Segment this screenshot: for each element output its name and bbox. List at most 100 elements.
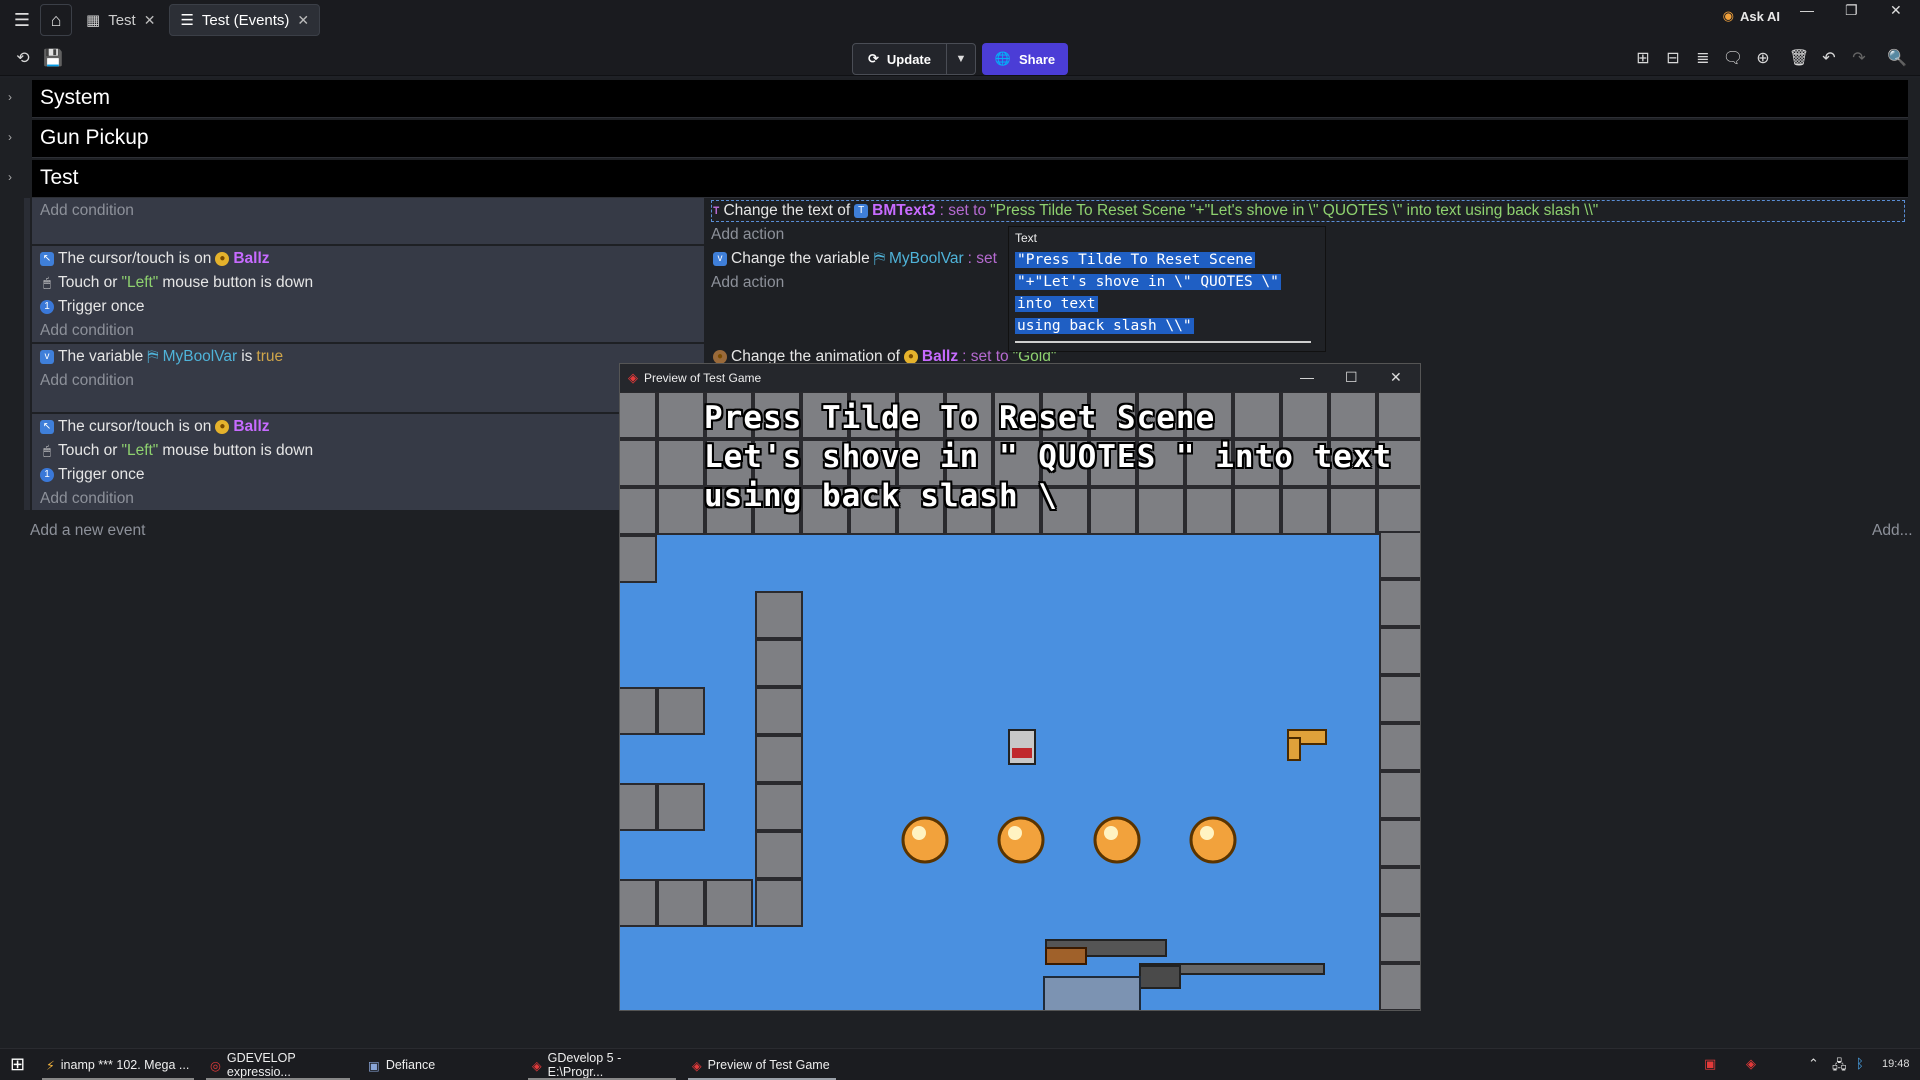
tray-gdevelop-icon[interactable]: ◈ — [1746, 1056, 1756, 1072]
taskbar-item-browser[interactable]: ◎ GDEVELOP expressio... — [202, 1049, 354, 1080]
wall-tile — [620, 392, 657, 439]
condition-cursor-on-object[interactable]: ↖ The cursor/touch is on ● Ballz — [40, 418, 270, 436]
taskbar-item-gdevelop[interactable]: ◈ GDevelop 5 - E:\Progr... — [524, 1049, 680, 1080]
add-condition-link[interactable]: Add condition — [40, 202, 134, 220]
add-new-event-link[interactable]: Add a new event — [30, 522, 145, 540]
add-subevent-icon[interactable]: ⊟ — [1662, 48, 1684, 68]
chevron-right-icon[interactable]: › — [8, 90, 12, 104]
trigger-once-icon: 1 — [40, 468, 54, 482]
winamp-icon: ⚡ — [46, 1058, 55, 1073]
preview-title: Preview of Test Game — [644, 371, 762, 385]
condition-trigger-once[interactable]: 1 Trigger once — [40, 466, 144, 484]
minimize-icon[interactable]: — — [1300, 369, 1314, 385]
add-action-link[interactable]: Add action — [711, 226, 784, 244]
coin-sprite — [997, 816, 1045, 864]
condition-mouse-button-down[interactable]: 🖱 Touch or "Left" mouse button is down — [40, 274, 313, 292]
chevron-down-icon[interactable]: ▼ — [947, 53, 975, 65]
tray-app-icon[interactable]: ▣ — [1704, 1056, 1716, 1072]
group-test[interactable]: Test — [32, 160, 1908, 198]
add-action-link[interactable]: Add action — [711, 274, 784, 292]
add-condition-link[interactable]: Add condition — [40, 322, 134, 340]
action-change-variable[interactable]: v Change the variable ⛿ MyBoolVar : set — [713, 250, 997, 268]
close-icon[interactable]: ✕ — [297, 12, 309, 29]
tooltip-title: Text — [1015, 231, 1038, 245]
taskbar-item-defiance[interactable]: ▣ Defiance — [360, 1049, 520, 1080]
action-change-text[interactable]: 𝐓 Change the text of T BMText3 : set to … — [713, 202, 1598, 220]
variable-icon: ⛿ — [147, 348, 159, 365]
taskbar-item-winamp[interactable]: ⚡ inamp *** 102. Mega ... — [38, 1049, 198, 1080]
mouse-icon: 🖱 — [43, 443, 51, 458]
search-icon[interactable]: 🔍 — [1886, 48, 1908, 68]
share-label: Share — [1019, 51, 1056, 67]
history-icon[interactable]: ⟲ — [12, 48, 34, 68]
coin-highlight — [1200, 826, 1214, 840]
tab-label: Test (Events) — [201, 11, 290, 29]
event-indent-bar — [24, 198, 30, 510]
game-text-line: Let's shove in " QUOTES " into text — [704, 439, 1393, 475]
clock[interactable]: 19:48 — [1882, 1058, 1910, 1070]
condition-variable-true[interactable]: v The variable ⛿ MyBoolVar is true — [40, 348, 283, 366]
cursor-icon: ↖ — [40, 420, 54, 434]
close-icon[interactable]: ✕ — [144, 12, 156, 29]
wall-tile — [1233, 487, 1281, 535]
wall-tile — [1377, 487, 1420, 535]
wall-tile — [657, 439, 705, 487]
group-gun-pickup[interactable]: Gun Pickup — [32, 120, 1908, 158]
comment-icon[interactable]: 🗨 — [1722, 48, 1744, 68]
redo-icon[interactable]: ↷ — [1848, 48, 1870, 68]
share-button[interactable]: 🌐 Share — [982, 43, 1068, 75]
taskbar-label: inamp *** 102. Mega ... — [60, 1058, 190, 1072]
tooltip-line: into text — [1015, 296, 1098, 312]
wall-tile — [1089, 487, 1137, 535]
taskbar-item-preview[interactable]: ◈ Preview of Test Game — [684, 1049, 840, 1080]
animation-icon: ● — [713, 350, 727, 364]
chevron-right-icon[interactable]: › — [8, 170, 12, 184]
undo-icon[interactable]: ↶ — [1818, 48, 1840, 68]
windows-start-icon[interactable]: ⊞ — [10, 1054, 25, 1075]
chevron-right-icon[interactable]: › — [8, 130, 12, 144]
tab-test-events[interactable]: ☰ Test (Events) ✕ — [169, 4, 321, 36]
object-name: Ballz — [233, 250, 270, 267]
delete-icon[interactable]: 🗑 — [1788, 48, 1810, 68]
tooltip-line: "Press Tilde To Reset Scene — [1015, 252, 1255, 268]
bluetooth-icon[interactable]: ᛒ — [1856, 1056, 1864, 1071]
condition-trigger-once[interactable]: 1 Trigger once — [40, 298, 144, 316]
wall-tile — [1329, 392, 1377, 439]
scene-icon: ▦ — [86, 12, 101, 29]
wall-tile — [755, 879, 803, 927]
door-sprite — [1043, 976, 1141, 1010]
wall-tile — [755, 831, 803, 879]
update-button[interactable]: ⟳ Update ▼ — [852, 43, 976, 75]
condition-mouse-button-down[interactable]: 🖱 Touch or "Left" mouse button is down — [40, 442, 313, 460]
preview-window: ◈ Preview of Test Game — ☐ ✕ Press Tilde… — [619, 363, 1421, 1011]
hamburger-menu-icon[interactable]: ☰ — [4, 4, 40, 36]
wall-tile — [620, 487, 657, 535]
rifle-stock — [1139, 965, 1181, 989]
gdevelop-logo-icon: ◈ — [628, 370, 638, 385]
add-condition-link[interactable]: Add condition — [40, 490, 134, 508]
close-window-icon[interactable]: ✕ — [1390, 369, 1402, 386]
chevron-up-icon[interactable]: ⌃ — [1808, 1056, 1819, 1072]
add-event-icon[interactable]: ⊞ — [1632, 48, 1654, 68]
condition-cursor-on-object[interactable]: ↖ The cursor/touch is on ● Ballz — [40, 250, 270, 268]
globe-icon: 🌐 — [994, 51, 1012, 66]
add-more-link[interactable]: Add... — [1872, 522, 1913, 540]
pistol-grip — [1287, 737, 1301, 761]
add-group-icon[interactable]: ≣ — [1692, 48, 1714, 68]
network-icon[interactable]: 🖧 — [1832, 1056, 1847, 1078]
save-icon[interactable]: 💾 — [42, 48, 64, 68]
home-icon[interactable]: ⌂ — [40, 4, 72, 36]
ask-ai-button[interactable]: ◉ Ask AI — [1723, 8, 1780, 24]
wall-tile — [1377, 392, 1420, 439]
tab-test-scene[interactable]: ▦ Test ✕ — [76, 4, 165, 36]
maximize-icon[interactable]: ☐ — [1345, 369, 1358, 386]
group-system[interactable]: System — [32, 80, 1908, 118]
wall-tile — [1329, 487, 1377, 535]
add-condition-link[interactable]: Add condition — [40, 372, 134, 390]
restore-icon[interactable]: ❐ — [1845, 2, 1858, 19]
close-window-icon[interactable]: ✕ — [1890, 2, 1902, 19]
game-canvas[interactable]: Press Tilde To Reset Scene Let's shove i… — [620, 392, 1420, 1010]
add-icon[interactable]: ⊕ — [1752, 48, 1774, 68]
minimize-icon[interactable]: — — [1800, 2, 1814, 18]
coin-highlight — [912, 826, 926, 840]
